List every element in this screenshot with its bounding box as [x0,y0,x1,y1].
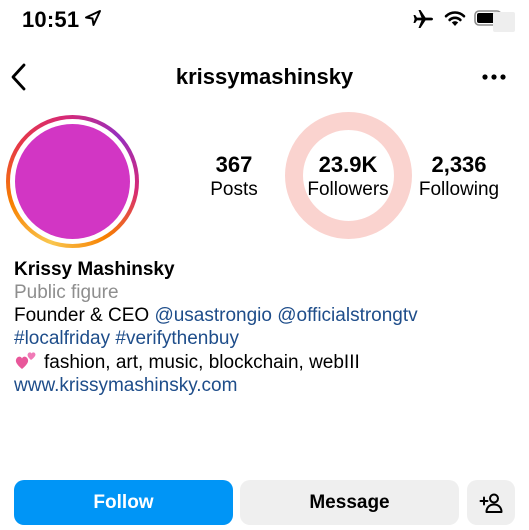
following-count: 2,336 [431,152,487,177]
followers-stat[interactable]: 23.9K Followers [296,152,400,202]
message-button[interactable]: Message [240,480,459,525]
add-person-icon [479,493,503,513]
message-button-label: Message [309,491,390,513]
wifi-icon [444,11,466,26]
bio-interests: fashion, art, music, blockchain, webIII [44,352,360,373]
corner-tab [493,12,515,32]
followers-label: Followers [307,179,389,200]
posts-stat[interactable]: 367 Posts [196,152,272,202]
bio-line-hashtags: #localfriday #verifythenbuy [14,327,418,350]
follow-button[interactable]: Follow [14,480,233,525]
hashtag-localfriday[interactable]: #localfriday [14,328,110,349]
hashtag-verifythenbuy[interactable]: #verifythenbuy [115,328,239,349]
following-label: Following [418,179,500,200]
mention-usastrongio[interactable]: @usastrongio [154,305,272,326]
profile-header: krissymashinsky [0,56,529,100]
status-bar: 10:51 [0,0,529,40]
follow-button-label: Follow [93,491,154,513]
bio-line-interests: fashion, art, music, blockchain, webIII [14,350,418,374]
story-ring[interactable] [6,115,139,248]
profile-username: krissymashinsky [175,64,354,89]
profile-name: Krissy Mashinsky [14,259,175,280]
two-hearts-icon [15,352,36,369]
location-arrow-icon [85,10,101,26]
avatar-border [10,119,135,244]
bio-line-founder: Founder & CEO @usastrongio @officialstro… [14,304,418,327]
airplane-icon [413,10,433,28]
bio-founder-text: Founder & CEO [14,305,155,326]
profile-website-link[interactable]: www.krissymashinsky.com [14,374,418,397]
posts-count: 367 [215,152,253,177]
suggested-accounts-button[interactable] [467,480,515,525]
profile-category: Public figure [14,282,119,303]
status-time: 10:51 [22,7,80,32]
profile-bio: Krissy Mashinsky Public figure Founder &… [14,258,418,397]
following-stat[interactable]: 2,336 Following [407,152,511,202]
posts-label: Posts [210,179,258,200]
followers-count: 23.9K [318,152,378,177]
mention-officialstrongtv[interactable]: @officialstrongtv [277,305,417,326]
avatar [15,124,130,239]
more-options-icon[interactable] [480,70,508,84]
